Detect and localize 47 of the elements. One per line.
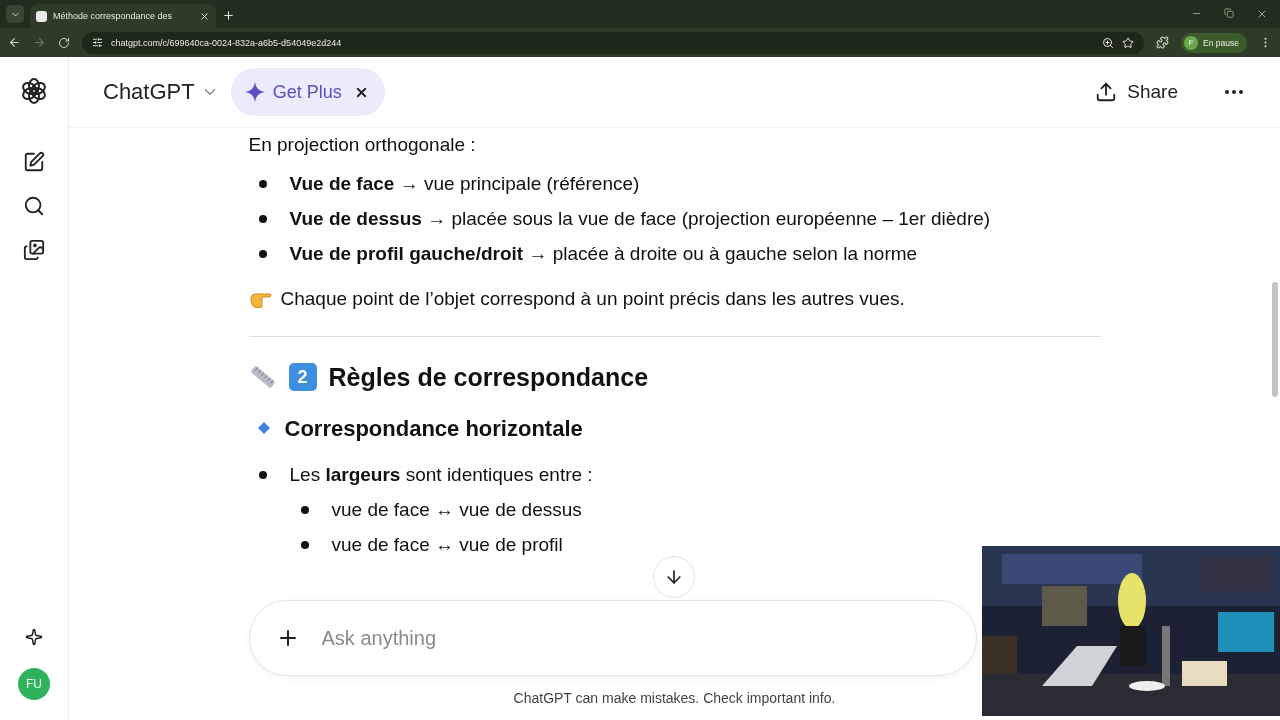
- list-item-text: Vue de face → vue principale (référence): [289, 172, 640, 196]
- favicon-icon: [36, 10, 47, 22]
- sparkle-icon[interactable]: [25, 628, 43, 646]
- tab-menu-button[interactable]: [6, 5, 24, 23]
- diamond-icon: [256, 421, 271, 435]
- address-bar[interactable]: chatgpt.com/c/699640ca-0024-832a-a6b5-d54049e2d244: [82, 31, 1145, 54]
- share-button[interactable]: Share: [1095, 81, 1178, 103]
- section-heading: Règles de correspondance: [328, 361, 649, 393]
- keycap-number: 2: [288, 363, 317, 391]
- bullet-dot: [258, 249, 267, 258]
- library-icon[interactable]: [23, 239, 45, 261]
- site-settings-icon[interactable]: [92, 37, 103, 48]
- bullet-dot: [258, 470, 267, 479]
- bullet-dot: [258, 179, 267, 188]
- paragraph: En projection orthogonale :: [248, 133, 477, 157]
- list-item-text: vue de face ↔ vue de profil: [331, 533, 563, 557]
- subsection-heading: Correspondance horizontale: [284, 414, 583, 443]
- new-tab-icon[interactable]: [222, 9, 235, 22]
- bullet-dot: [300, 505, 309, 514]
- logo-icon[interactable]: [20, 77, 48, 105]
- disclaimer-text: ChatGPT can make mistakes. Check important info.: [512, 689, 837, 708]
- list-item-text: Les largeurs sont identiques entre :: [289, 463, 593, 487]
- new-chat-icon[interactable]: [23, 151, 45, 173]
- search-icon[interactable]: [23, 195, 45, 217]
- message-input[interactable]: Ask anything: [319, 625, 950, 651]
- sparkle-icon: [244, 82, 265, 102]
- bullet-dot: [300, 540, 309, 549]
- scroll-down-button[interactable]: [653, 556, 695, 598]
- back-icon[interactable]: [8, 36, 21, 49]
- list-item-text: Vue de dessus → placée sous la vue de face (projection européenne – 1er dièdre): [289, 207, 991, 231]
- close-icon[interactable]: [199, 10, 210, 22]
- scrollbar-thumb[interactable]: [1272, 282, 1278, 397]
- callout-text: Chaque point de l’objet correspond à un point précis dans les autres vues.: [280, 287, 905, 311]
- get-plus-button[interactable]: Get Plus: [230, 68, 385, 116]
- bullet-dot: [258, 214, 267, 223]
- zoom-icon[interactable]: [1102, 36, 1115, 49]
- model-selector[interactable]: ChatGPT: [103, 79, 219, 105]
- restore-icon[interactable]: [1224, 8, 1234, 18]
- forward-icon[interactable]: [33, 36, 46, 49]
- extensions-icon[interactable]: [1156, 36, 1170, 49]
- bookmark-star-icon[interactable]: [1122, 36, 1135, 49]
- reload-icon[interactable]: [58, 36, 70, 49]
- close-window-icon[interactable]: [1256, 8, 1268, 20]
- share-icon: [1095, 81, 1118, 103]
- list-item-text: Vue de profil gauche/droit → placée à droite ou à gauche selon la norme: [289, 242, 918, 266]
- list-item-text: vue de face ↔ vue de dessus: [331, 498, 582, 522]
- browser-tab[interactable]: Méthode correspondance des: [30, 4, 216, 28]
